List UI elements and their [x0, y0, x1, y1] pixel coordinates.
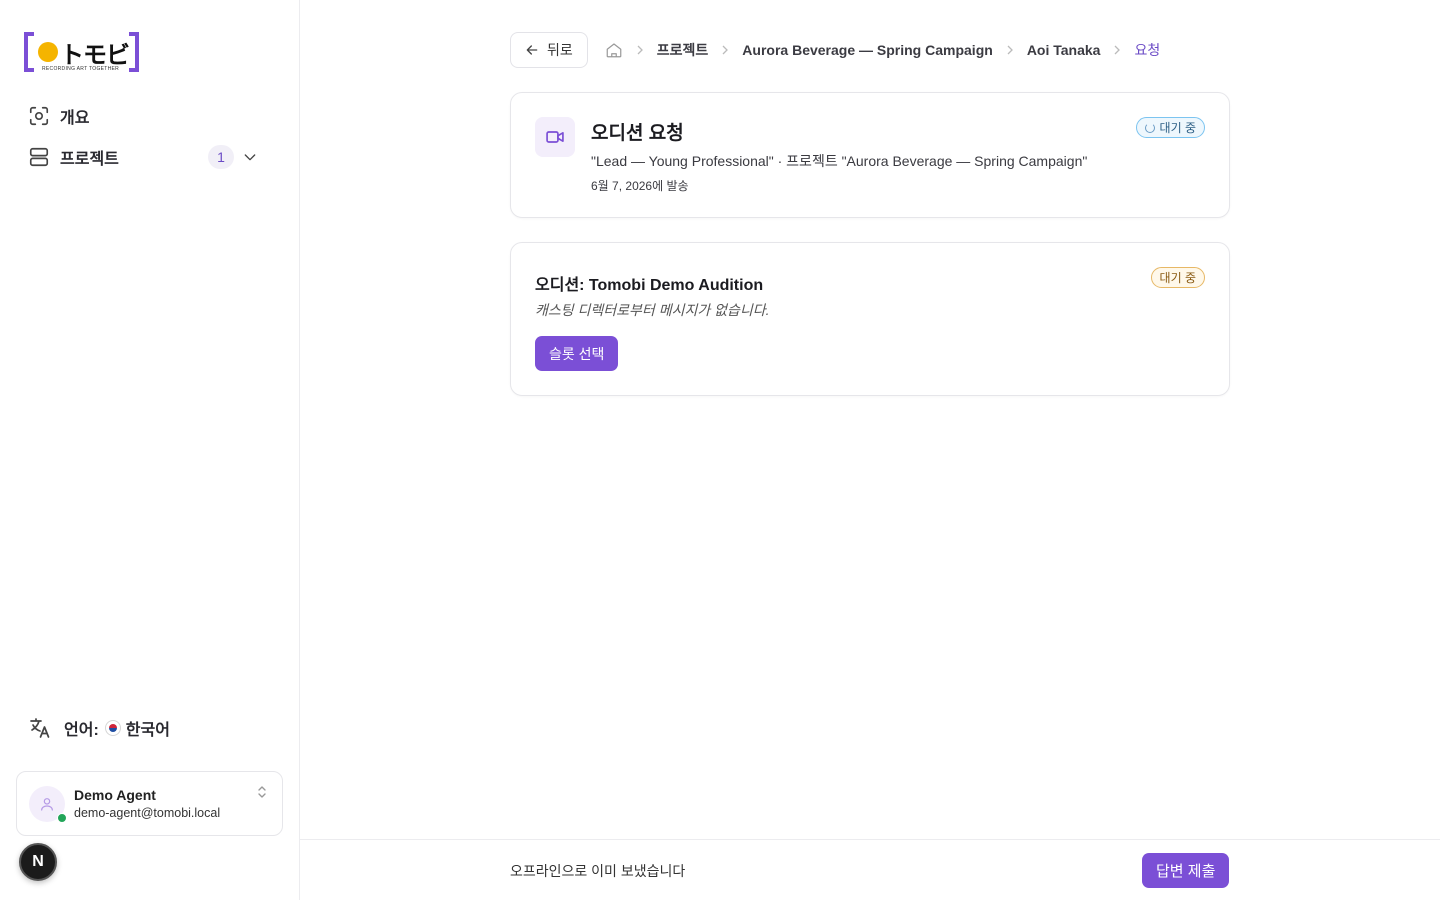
projects-icon — [28, 146, 50, 168]
logo-bracket-right — [129, 32, 139, 72]
avatar — [29, 785, 67, 823]
language-prefix: 언어: — [64, 722, 99, 739]
status-badge: 대기 중 — [1150, 267, 1205, 288]
offline-sent-link[interactable]: 오프라인으로 이미 보냈습니다 — [510, 861, 685, 881]
language-value: 한국어 — [125, 722, 170, 739]
back-button[interactable]: 뒤로 — [510, 32, 588, 68]
breadcrumb-current: 요청 — [1134, 42, 1161, 58]
casting-director-message: 캐스팅 디렉터로부터 메시지가 없습니다. — [535, 302, 770, 318]
request-sent-date: 6월 7, 2026에 발송 — [591, 179, 689, 193]
projects-count-badge: 1 — [208, 145, 234, 169]
sidebar: トモビ RECORDING ART TOGETHER 개요 프로젝트 1 언어:… — [0, 0, 300, 900]
status-text: 대기 중 — [1159, 121, 1196, 135]
sidebar-item-projects[interactable]: 프로젝트 1 — [16, 139, 284, 175]
logo-bracket-left — [24, 32, 34, 72]
user-menu[interactable]: Demo Agent demo-agent@tomobi.local — [16, 771, 283, 836]
chevron-down-icon[interactable] — [240, 147, 260, 167]
overview-scan-icon — [28, 105, 50, 127]
language-selector[interactable]: 언어: 한국어 — [28, 714, 170, 742]
audition-request-card: 오디션 요청 "Lead — Young Professional" · 프로젝… — [510, 92, 1230, 218]
breadcrumb: 뒤로 프로젝트 Aurora Beverage — Spring Campaig… — [510, 32, 1160, 68]
chevron-right-icon — [1005, 45, 1015, 55]
online-status-dot — [57, 812, 67, 823]
audition-card: 오디션: Tomobi Demo Audition 캐스팅 디렉터로부터 메시지… — [510, 242, 1230, 396]
chevron-right-icon — [635, 45, 645, 55]
submit-response-button[interactable]: 답변 제출 — [1142, 853, 1230, 888]
language-label: 언어: 한국어 — [64, 716, 170, 740]
sidebar-item-label: 개요 — [60, 110, 90, 127]
chevron-up-down-icon[interactable] — [256, 784, 268, 805]
sidebar-item-label: 프로젝트 — [60, 151, 119, 168]
arrow-left-icon — [524, 42, 540, 58]
chevron-right-icon — [1112, 45, 1122, 55]
request-title: 오디션 요청 — [591, 123, 684, 144]
status-badge: 대기 중 — [1135, 117, 1205, 138]
home-icon[interactable] — [605, 41, 623, 59]
sidebar-item-overview[interactable]: 개요 — [16, 98, 284, 134]
request-subtitle: "Lead — Young Professional" · 프로젝트 "Auro… — [591, 153, 1088, 169]
video-camera-icon — [535, 117, 575, 157]
app-logo[interactable]: トモビ RECORDING ART TOGETHER — [24, 32, 139, 72]
breadcrumb-talent[interactable]: Aoi Tanaka — [1027, 42, 1101, 58]
user-info: Demo Agent demo-agent@tomobi.local — [74, 787, 220, 820]
logo-tagline: RECORDING ART TOGETHER — [42, 66, 120, 72]
select-slot-button[interactable]: 슬롯 선택 — [535, 336, 619, 371]
audition-title: 오디션: Tomobi Demo Audition — [535, 277, 764, 294]
korea-flag-icon — [104, 720, 121, 736]
dev-tools-badge[interactable]: N — [19, 843, 57, 881]
user-name: Demo Agent — [74, 787, 156, 803]
sidebar-nav: 개요 프로젝트 1 — [16, 98, 284, 180]
response-footer: 오프라인으로 이미 보냈습니다 답변 제출 — [300, 839, 1440, 900]
back-label: 뒤로 — [547, 42, 573, 58]
chevron-right-icon — [720, 45, 730, 55]
translate-icon — [28, 716, 52, 740]
breadcrumb-project[interactable]: Aurora Beverage — Spring Campaign — [742, 42, 993, 58]
user-email: demo-agent@tomobi.local — [74, 806, 221, 820]
loading-spinner-icon — [1144, 122, 1155, 133]
main-content: 뒤로 프로젝트 Aurora Beverage — Spring Campaig… — [300, 0, 1440, 900]
logo-text: トモビ — [60, 41, 130, 69]
logo-dot — [38, 42, 58, 62]
breadcrumb-projects[interactable]: 프로젝트 — [657, 40, 709, 60]
user-icon — [41, 797, 53, 811]
